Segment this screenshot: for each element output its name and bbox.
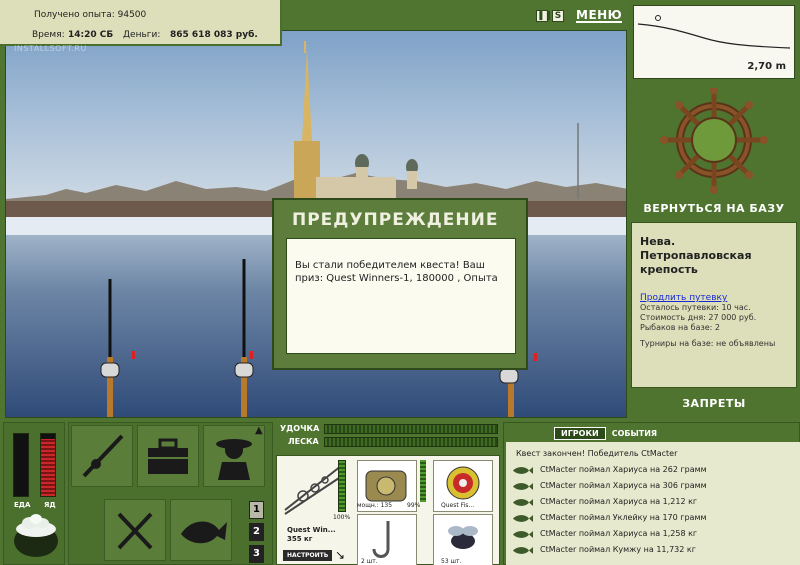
reel-condition-bar — [420, 460, 426, 502]
rod-condition-bar — [338, 460, 346, 512]
list-item: CtMacter поймал Хариуса на 262 грамм — [506, 462, 800, 478]
extend-permit-link[interactable]: Продлить путевку — [640, 293, 788, 303]
poison-gauge-fill — [41, 438, 55, 496]
page-button-3[interactable]: 3 — [249, 545, 264, 563]
pause-icon[interactable]: ❚❚ — [536, 10, 552, 22]
tackle-inventory: Quest Win... 355 кг НАСТРОИТЬ ↘ 100% мощ… — [276, 455, 500, 565]
actions-panel: ▲ 1 2 3 — [68, 422, 273, 565]
back-to-base-button[interactable]: ВЕРНУТЬСЯ НА БАЗУ — [628, 202, 800, 215]
hook-count: 2 шт. — [361, 558, 378, 565]
depth-value: 2,70 m — [747, 61, 786, 72]
collapse-arrow-icon[interactable]: ▲ — [255, 425, 263, 436]
bait-count: 53 шт. — [441, 558, 462, 565]
expand-arrow-icon[interactable]: ↘ — [335, 548, 345, 562]
rod-tile[interactable] — [71, 425, 133, 487]
list-item: CtMacter поймал Уклейку на 170 грамм — [506, 510, 800, 526]
setup-button[interactable]: НАСТРОИТЬ — [283, 550, 333, 561]
bans-button[interactable]: ЗАПРЕТЫ — [628, 397, 800, 410]
watermark: INSTALLSOFT.RU — [14, 44, 87, 53]
quest-finished-message: Квест закончен! Победитель CtMacter — [516, 449, 678, 458]
warning-dialog[interactable]: ПРЕДУПРЕЖДЕНИЕ Вы стали победителем квес… — [272, 198, 528, 370]
food-label: ЕДА — [14, 501, 31, 509]
food-pot-icon[interactable] — [10, 511, 62, 561]
food-gauge — [13, 433, 29, 497]
line-label: ЛЕСКА — [288, 437, 319, 446]
ship-wheel-button[interactable] — [628, 86, 800, 218]
page-button-1[interactable]: 1 — [249, 501, 264, 519]
status-panel: ЕДА ЯД — [3, 422, 65, 565]
depth-chart: 2,70 m — [633, 5, 795, 79]
game-screen: Получено опыта: 94500 Время: 14:20 СБ Де… — [0, 0, 800, 565]
rod-weight: 355 кг — [287, 535, 313, 543]
fish-icon — [513, 483, 533, 490]
list-item: CtMacter поймал Хариуса на 306 грамм — [506, 478, 800, 494]
cook-tile[interactable] — [104, 499, 166, 561]
rod-condition: 100% — [333, 514, 351, 521]
list-item: CtMacter поймал Хариуса на 1,258 кг — [506, 526, 800, 542]
reel-condition: 99% — [407, 502, 421, 509]
fish-icon — [513, 515, 533, 522]
money-value: 865 618 083 руб. — [170, 30, 258, 40]
sound-button[interactable]: S — [552, 10, 564, 22]
permit-remaining: Осталось путевки: 10 час. — [640, 303, 751, 312]
dialog-message: Вы стали победителем квеста! Ваш приз: Q… — [286, 238, 516, 354]
rod-strength-bar — [324, 424, 498, 434]
list-item: CtMacter поймал Кумжу на 11,732 кг — [506, 542, 800, 558]
xp-text: Получено опыта: 94500 — [34, 10, 147, 20]
money-label: Деньги: — [123, 30, 161, 40]
right-panel: 2,70 m ВЕРНУТЬСЯ НА БАЗУ Нева. Петропавл… — [628, 0, 800, 418]
list-item: CtMacter поймал Хариуса на 1,212 кг — [506, 494, 800, 510]
line-name: Quest Fis... — [441, 502, 475, 509]
page-button-2[interactable]: 2 — [249, 523, 264, 541]
events-panel: ИГРОКИ СОБЫТИЯ Квест закончен! Победител… — [503, 422, 800, 565]
location-title: Нева. Петропавловская крепость — [640, 235, 752, 276]
fish-icon — [513, 547, 533, 554]
poison-label: ЯД — [44, 501, 56, 509]
tab-events[interactable]: СОБЫТИЯ — [610, 427, 659, 440]
tournaments-status: Турниры на базе: не объявлены — [640, 339, 776, 348]
menu-button[interactable]: МЕНЮ — [576, 9, 623, 23]
location-info: Нева. Петропавловская крепость Продлить … — [631, 222, 797, 388]
fish-icon — [513, 531, 533, 538]
float-marker-icon — [655, 15, 661, 21]
player-info-panel: Получено опыта: 94500 Время: 14:20 СБ Де… — [0, 0, 282, 46]
fish-tile[interactable] — [170, 499, 232, 561]
dialog-title: ПРЕДУПРЕЖДЕНИЕ — [292, 210, 499, 230]
fork-knife-icon — [117, 512, 153, 550]
poison-gauge — [40, 433, 56, 497]
events-list: Квест закончен! Победитель CtMacter CtMa… — [506, 442, 800, 565]
fish-icon — [513, 499, 533, 506]
tab-players[interactable]: ИГРОКИ — [554, 427, 606, 440]
fish-icon — [181, 521, 227, 544]
rod-name: Quest Win... — [287, 526, 336, 534]
fish-icon — [513, 467, 533, 474]
fishing-rod-icon — [82, 434, 124, 478]
line-strength-bar — [324, 437, 498, 447]
time-value: 14:20 СБ — [68, 30, 114, 40]
tackle-box-icon — [148, 438, 188, 474]
rod-label: УДОЧКА — [280, 424, 320, 433]
events-tabs: ИГРОКИ СОБЫТИЯ — [554, 427, 659, 440]
reel-power: мощн.: 135 — [357, 502, 393, 509]
day-cost: Стоимость дня: 27 000 руб. — [640, 313, 757, 322]
top-toolbar: ❚❚ S МЕНЮ — [536, 8, 623, 24]
tackle-box-tile[interactable] — [137, 425, 199, 487]
ship-wheel-icon — [660, 86, 768, 194]
fishers-count: Рыбаков на базе: 2 — [640, 323, 720, 332]
time-label: Время: — [32, 30, 65, 40]
